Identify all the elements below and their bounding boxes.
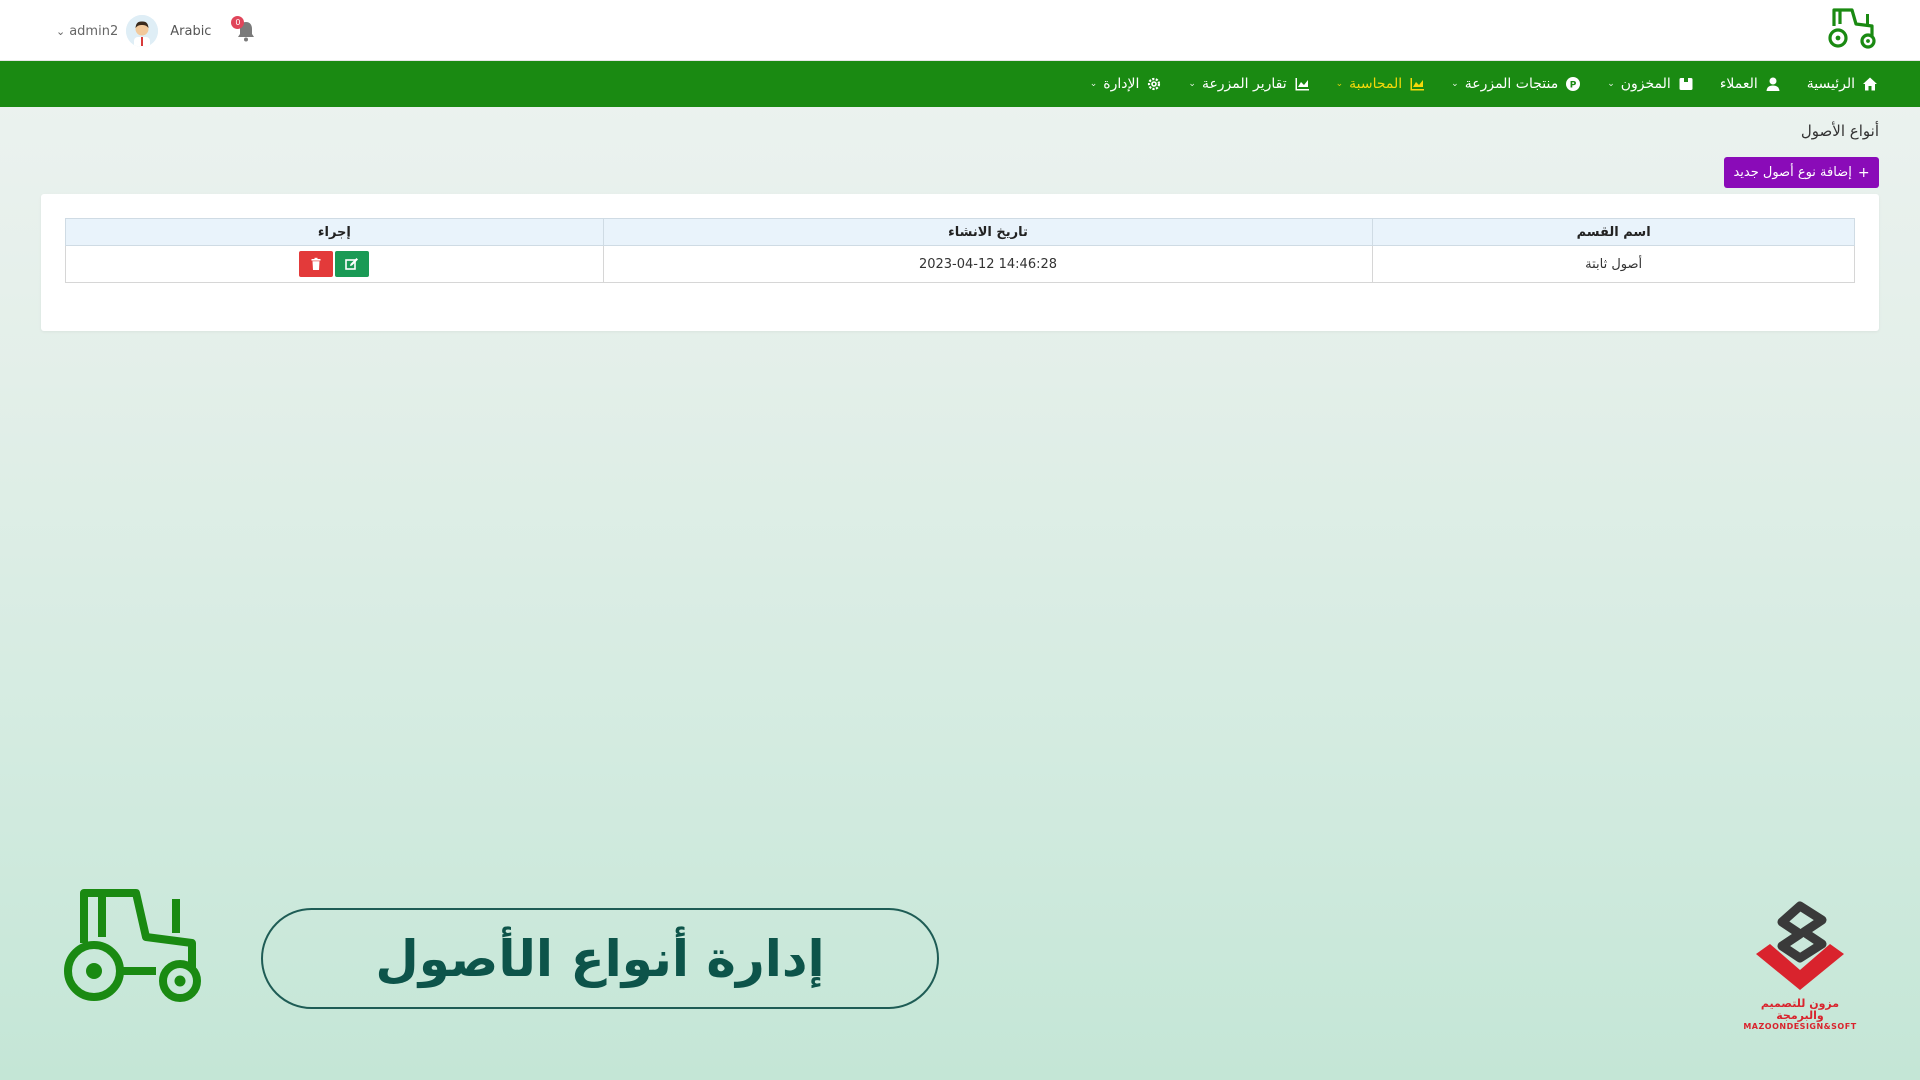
- column-header-name: اسم القسم: [1372, 218, 1855, 246]
- avatar[interactable]: [126, 15, 159, 47]
- cell-actions: [65, 245, 604, 283]
- nav-item-admin[interactable]: الإدارة ⌄: [1090, 76, 1163, 92]
- trash-icon: [311, 257, 321, 270]
- add-asset-type-button[interactable]: + إضافة نوع أصول جديد: [1724, 157, 1879, 188]
- nav-item-farm-products[interactable]: P منتجات المزرعة ⌄: [1451, 76, 1581, 92]
- nav-item-accounting[interactable]: المحاسبة ⌄: [1336, 76, 1426, 92]
- chevron-down-icon[interactable]: ⌄: [56, 25, 65, 38]
- chevron-down-icon: ⌄: [1451, 79, 1459, 89]
- svg-text:P: P: [1570, 81, 1577, 91]
- brand-name-english: MAZOONDESIGN&SOFT: [1743, 1022, 1857, 1031]
- delete-button[interactable]: [299, 251, 334, 277]
- nav-label-customers: العملاء: [1719, 76, 1758, 92]
- tractor-illustration: [60, 885, 206, 1007]
- chevron-down-icon: ⌄: [1089, 79, 1098, 89]
- nav-item-home[interactable]: الرئيسية: [1807, 76, 1878, 92]
- column-header-created: تاريخ الانشاء: [602, 218, 1374, 246]
- edit-button[interactable]: [335, 251, 370, 277]
- chart-icon: [1294, 76, 1310, 92]
- nav-item-farm-reports[interactable]: تقارير المزرعة ⌄: [1188, 76, 1309, 92]
- column-header-action: إجراء: [65, 218, 604, 246]
- notifications-button[interactable]: 0: [231, 16, 259, 44]
- mazoon-logo-icon: [1756, 901, 1844, 990]
- user-area: ⌄ admin2 Arabic 0: [56, 14, 259, 48]
- user-name[interactable]: admin2: [69, 24, 118, 39]
- cell-created: 2023-04-12 14:46:28: [602, 245, 1374, 283]
- tractor-icon: [1828, 8, 1876, 49]
- nav-label-admin: الإدارة: [1103, 76, 1140, 92]
- gear-icon: [1146, 76, 1162, 92]
- tractor-icon: [64, 889, 201, 1002]
- main-nav: الرئيسية العملاء المخزون ⌄ P منتجات المز…: [0, 61, 1920, 107]
- nav-item-inventory[interactable]: المخزون ⌄: [1607, 76, 1694, 92]
- asset-types-card: اسم القسم تاريخ الانشاء إجراء أصول ثابتة…: [41, 194, 1879, 331]
- cell-name: أصول ثابتة: [1372, 245, 1855, 283]
- add-button-label: إضافة نوع أصول جديد: [1733, 165, 1852, 180]
- top-bar: ⌄ admin2 Arabic 0: [0, 0, 1920, 61]
- nav-item-customers[interactable]: العملاء: [1720, 76, 1781, 92]
- brand-logo: مزون للتصميم والبرمجة MAZOONDESIGN&SOFT: [1742, 898, 1858, 1031]
- language-selector[interactable]: Arabic: [170, 24, 211, 39]
- created-date: 2023-04-12 14:46:28: [918, 256, 1058, 272]
- user-icon: [1765, 76, 1781, 92]
- nav-label-home: الرئيسية: [1806, 76, 1855, 92]
- tractor-logo[interactable]: [1824, 4, 1880, 52]
- chevron-down-icon: ⌄: [1607, 79, 1615, 89]
- chevron-down-icon: ⌄: [1188, 79, 1196, 89]
- nav-label-farm-reports: تقارير المزرعة: [1201, 76, 1287, 92]
- product-icon: P: [1565, 76, 1581, 92]
- asset-types-table: اسم القسم تاريخ الانشاء إجراء أصول ثابتة…: [65, 218, 1855, 283]
- edit-icon: [345, 258, 359, 270]
- page-banner: إدارة أنواع الأصول: [261, 908, 939, 1009]
- brand-name-arabic: مزون للتصميم والبرمجة: [1760, 997, 1840, 1022]
- nav-label-accounting: المحاسبة: [1349, 76, 1403, 92]
- nav-label-inventory: المخزون: [1620, 76, 1671, 92]
- chevron-down-icon: ⌄: [1335, 79, 1344, 89]
- page-title: أنواع الأصول: [1800, 122, 1879, 140]
- chart-icon: [1409, 76, 1425, 92]
- banner-title: إدارة أنواع الأصول: [375, 929, 825, 988]
- table-header-row: اسم القسم تاريخ الانشاء إجراء: [65, 218, 1855, 246]
- box-icon: [1678, 76, 1694, 92]
- home-icon: [1862, 76, 1878, 92]
- table-row: أصول ثابتة 2023-04-12 14:46:28: [65, 245, 1855, 283]
- plus-icon: +: [1857, 164, 1870, 181]
- nav-label-farm-products: منتجات المزرعة: [1464, 76, 1559, 92]
